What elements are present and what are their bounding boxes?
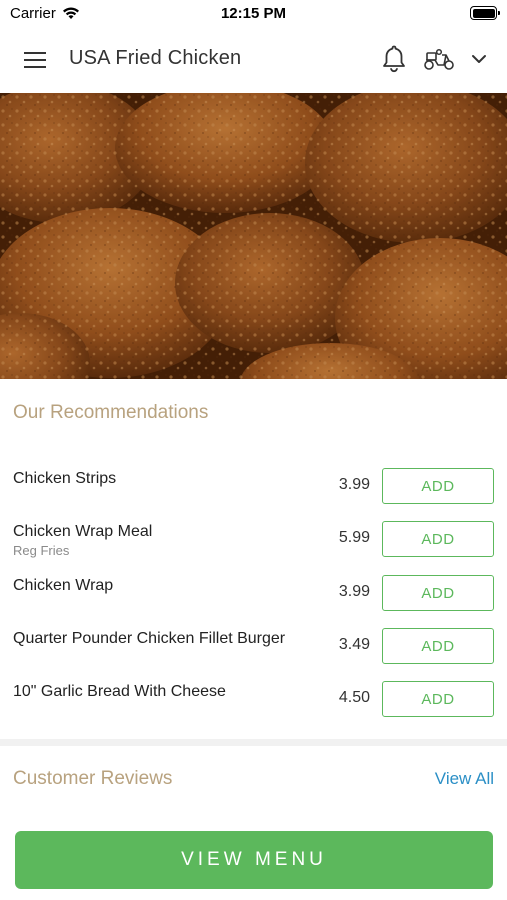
menu-icon: [24, 52, 46, 54]
list-item: Chicken Wrap 3.99 ADD: [0, 575, 507, 625]
add-button[interactable]: ADD: [382, 521, 494, 557]
add-button[interactable]: ADD: [382, 628, 494, 664]
recommendations-title: Our Recommendations: [13, 402, 209, 423]
list-item: Chicken Wrap Meal Reg Fries 5.99 ADD: [0, 521, 507, 571]
page-title: USA Fried Chicken: [69, 47, 242, 69]
item-description: Reg Fries: [13, 543, 70, 558]
add-button[interactable]: ADD: [382, 468, 494, 504]
view-all-link[interactable]: View All: [435, 769, 494, 789]
item-price: 3.49: [338, 636, 370, 653]
view-menu-button[interactable]: VIEW MENU: [15, 831, 493, 889]
clock: 12:15 PM: [220, 5, 287, 22]
item-name: 10" Garlic Bread With Cheese: [13, 683, 226, 700]
chevron-down-icon[interactable]: [466, 46, 492, 72]
bell-icon[interactable]: [378, 42, 410, 74]
item-name: Chicken Wrap: [13, 577, 114, 594]
scooter-icon[interactable]: [422, 44, 456, 74]
item-price: 5.99: [338, 529, 370, 546]
list-item: 10" Garlic Bread With Cheese 4.50 ADD: [0, 681, 507, 731]
item-name: Chicken Wrap Meal: [13, 523, 153, 540]
battery-icon: [470, 6, 500, 20]
item-price: 3.99: [338, 476, 370, 493]
item-name: Quarter Pounder Chicken Fillet Burger: [13, 630, 286, 647]
add-button[interactable]: ADD: [382, 681, 494, 717]
item-name: Chicken Strips: [13, 470, 117, 487]
status-bar: Carrier 12:15 PM: [0, 0, 507, 28]
section-divider: [0, 739, 507, 746]
menu-button[interactable]: [20, 46, 50, 74]
app-header: USA Fried Chicken: [0, 28, 507, 92]
fried-chicken-photo: [0, 93, 507, 379]
reviews-title: Customer Reviews: [13, 768, 173, 789]
list-item: Chicken Strips 3.99 ADD: [0, 468, 507, 518]
add-button[interactable]: ADD: [382, 575, 494, 611]
hero-image: [0, 93, 507, 379]
list-item: Quarter Pounder Chicken Fillet Burger 3.…: [0, 628, 507, 678]
item-price: 3.99: [338, 583, 370, 600]
item-price: 4.50: [338, 689, 370, 706]
